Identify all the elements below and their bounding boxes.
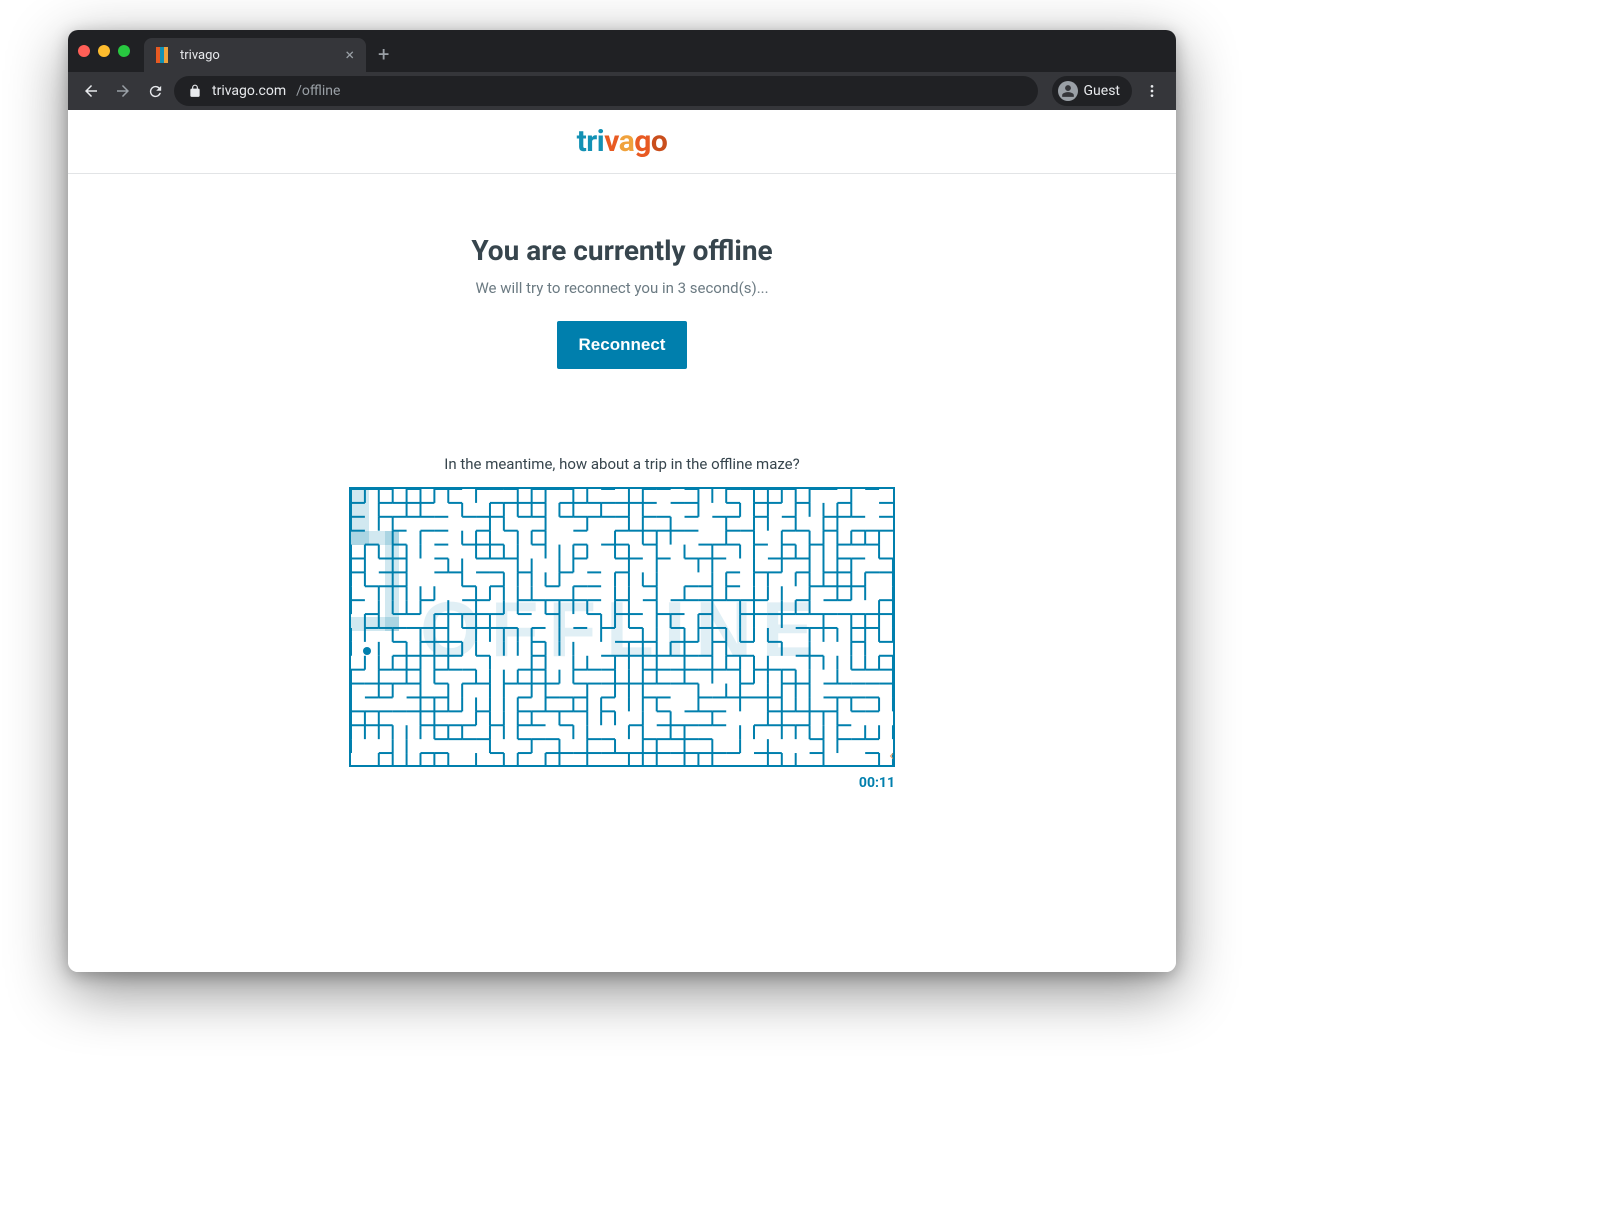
- profile-label: Guest: [1084, 83, 1120, 99]
- browser-tab[interactable]: trivago ×: [144, 38, 366, 72]
- reload-button[interactable]: [142, 78, 168, 104]
- maze-intro-text: In the meantime, how about a trip in the…: [68, 455, 1176, 473]
- maze-trail: [351, 617, 399, 631]
- offline-maze-game[interactable]: OFFLINE: [349, 487, 895, 767]
- maze-container: OFFLINE 00:11: [349, 487, 895, 791]
- site-header: trivago: [68, 110, 1176, 174]
- browser-toolbar: trivago.com/offline Guest: [68, 72, 1176, 110]
- lock-icon: [188, 84, 202, 98]
- arrow-right-icon: [114, 82, 132, 100]
- browser-tab-strip: trivago × +: [68, 30, 1176, 72]
- browser-menu-button[interactable]: [1138, 77, 1166, 105]
- offline-panel: You are currently offline We will try to…: [68, 174, 1176, 791]
- url-host: trivago.com: [212, 83, 286, 99]
- window-controls: [78, 45, 130, 57]
- maze-player-dot: [363, 647, 371, 655]
- window-maximize-button[interactable]: [118, 45, 130, 57]
- vertical-dots-icon: [1144, 83, 1160, 99]
- address-bar[interactable]: trivago.com/offline: [174, 76, 1038, 106]
- forward-button[interactable]: [110, 78, 136, 104]
- trivago-logo[interactable]: trivago: [577, 124, 668, 159]
- close-tab-button[interactable]: ×: [345, 47, 354, 63]
- page-content: trivago You are currently offline We wil…: [68, 110, 1176, 972]
- url-path: /offline: [296, 83, 340, 99]
- reload-icon: [147, 83, 164, 100]
- reconnect-button[interactable]: Reconnect: [557, 321, 688, 369]
- back-button[interactable]: [78, 78, 104, 104]
- profile-chip[interactable]: Guest: [1052, 76, 1132, 106]
- window-close-button[interactable]: [78, 45, 90, 57]
- guest-avatar-icon: [1058, 81, 1078, 101]
- browser-window: trivago × + trivago.com/offline Guest: [68, 30, 1176, 972]
- offline-heading: You are currently offline: [68, 234, 1176, 267]
- window-minimize-button[interactable]: [98, 45, 110, 57]
- maze-walls-icon: [351, 489, 893, 767]
- tab-title: trivago: [180, 48, 337, 63]
- maze-trail: [385, 531, 399, 631]
- new-tab-button[interactable]: +: [378, 42, 389, 66]
- maze-timer: 00:11: [349, 775, 895, 791]
- trivago-favicon-icon: [156, 47, 172, 63]
- arrow-left-icon: [82, 82, 100, 100]
- reconnect-countdown-text: We will try to reconnect you in 3 second…: [68, 279, 1176, 297]
